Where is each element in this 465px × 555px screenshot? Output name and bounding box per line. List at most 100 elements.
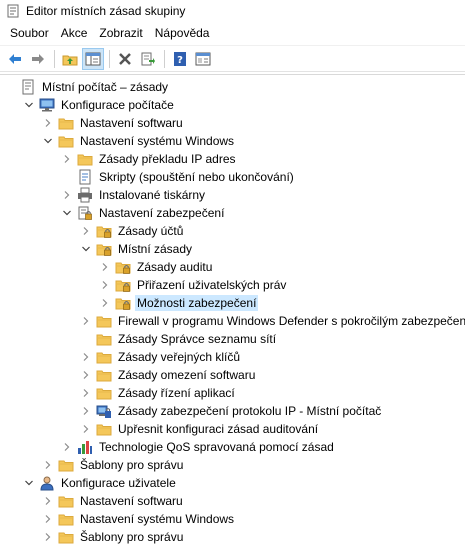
tree-node[interactable]: Nastavení zabezpečení <box>61 204 226 222</box>
tree-node-label: Zásady Správce seznamu sítí <box>118 332 277 346</box>
tree-node[interactable]: Šablony pro správu <box>42 528 185 546</box>
security-settings-icon <box>77 205 93 221</box>
tree-node-label: Možnosti zabezpečení <box>135 295 259 311</box>
folder-icon <box>96 349 112 365</box>
console-tree-icon <box>85 52 101 65</box>
tree-node-label: Zásady auditu <box>137 260 213 274</box>
folder-icon <box>58 493 74 509</box>
delete-button[interactable] <box>114 48 136 70</box>
export-icon <box>141 52 155 65</box>
chevron-right-icon[interactable] <box>99 297 111 309</box>
window-title: Editor místních zásad skupiny <box>26 4 186 18</box>
tree-node[interactable]: Zásady účtů <box>80 222 185 240</box>
up-folder-button[interactable] <box>59 48 81 70</box>
tree-node-label: Nastavení zabezpečení <box>99 206 225 220</box>
script-icon <box>77 169 93 185</box>
tree-node-label: Zásady veřejných klíčů <box>118 350 241 364</box>
tree-node[interactable]: Zásady řízení aplikací <box>80 384 237 402</box>
chevron-right-icon[interactable] <box>42 531 54 543</box>
chevron-right-icon[interactable] <box>61 441 73 453</box>
console-tree[interactable]: Místní počítač – zásady Konfigurace počít… <box>0 74 465 555</box>
folder-icon <box>58 115 74 131</box>
properties-icon <box>195 52 211 65</box>
folder-icon <box>96 313 112 329</box>
tree-node-label: Zásady překladu IP adres <box>99 152 236 166</box>
menu-file[interactable]: Soubor <box>4 24 55 42</box>
menu-help[interactable]: Nápověda <box>149 24 216 42</box>
tree-node[interactable]: Nastavení systému Windows <box>42 510 236 528</box>
locked-folder-icon <box>115 259 131 275</box>
help-button[interactable]: ? <box>169 48 191 70</box>
chevron-down-icon[interactable] <box>61 207 73 219</box>
tree-node[interactable]: Přiřazení uživatelských práv <box>99 276 288 294</box>
chevron-down-icon[interactable] <box>23 477 35 489</box>
back-arrow-icon <box>9 53 21 64</box>
tree-node[interactable]: Nastavení systému Windows <box>42 132 236 150</box>
chevron-right-icon[interactable] <box>42 513 54 525</box>
tree-node[interactable]: Instalované tiskárny <box>61 186 207 204</box>
tree-node[interactable]: Zásady překladu IP adres <box>61 150 238 168</box>
chevron-right-icon[interactable] <box>42 459 54 471</box>
chevron-right-icon[interactable] <box>80 369 92 381</box>
tree-node[interactable]: Místní počítač – zásady <box>4 78 170 96</box>
tree-node[interactable]: Zásady veřejných klíčů <box>80 348 242 366</box>
chevron-right-icon[interactable] <box>61 153 73 165</box>
folder-icon <box>77 151 93 167</box>
tree-node[interactable]: Firewall v programu Windows Defender s p… <box>80 312 465 330</box>
policy-document-icon <box>20 79 36 95</box>
menu-action[interactable]: Akce <box>55 24 94 42</box>
chevron-right-icon[interactable] <box>80 315 92 327</box>
computer-icon <box>39 97 55 113</box>
chevron-right-icon[interactable] <box>42 117 54 129</box>
tree-node-label: Šablony pro správu <box>80 530 184 544</box>
tree-node-label: Místní počítač – zásady <box>42 80 169 94</box>
folder-icon <box>58 457 74 473</box>
svg-text:?: ? <box>177 55 183 66</box>
folder-up-icon <box>62 55 78 65</box>
chevron-right-icon[interactable] <box>61 189 73 201</box>
tree-node[interactable]: Konfigurace uživatele <box>23 474 178 492</box>
qos-chart-icon <box>77 439 93 455</box>
tree-node[interactable]: Zásady auditu <box>99 258 214 276</box>
show-hide-tree-button[interactable] <box>82 47 104 70</box>
tree-node-label: Nastavení softwaru <box>80 494 183 508</box>
tree-node[interactable]: Konfigurace počítače <box>23 96 176 114</box>
chevron-down-icon[interactable] <box>42 135 54 147</box>
locked-folder-icon <box>96 241 112 257</box>
policy-editor-app-icon <box>6 4 20 18</box>
chevron-down-icon[interactable] <box>23 99 35 111</box>
chevron-down-icon[interactable] <box>80 243 92 255</box>
chevron-right-icon[interactable] <box>80 405 92 417</box>
tree-node[interactable]: Zásady Správce seznamu sítí <box>80 330 278 348</box>
tree-node[interactable]: Upřesnit konfiguraci zásad auditování <box>80 420 320 438</box>
chevron-right-icon[interactable] <box>42 495 54 507</box>
chevron-right-icon[interactable] <box>99 261 111 273</box>
toolbar-separator <box>109 49 110 68</box>
delete-x-icon <box>119 52 131 65</box>
forward-button[interactable] <box>27 48 49 70</box>
toolbar-separator <box>164 49 165 68</box>
chevron-right-icon[interactable] <box>80 387 92 399</box>
tree-node[interactable]: Šablony pro správu <box>42 456 185 474</box>
folder-icon <box>58 529 74 545</box>
tree-node[interactable]: Místní zásady <box>80 240 194 258</box>
chevron-right-icon[interactable] <box>99 279 111 291</box>
tree-node[interactable]: Skripty (spouštění nebo ukončování) <box>61 168 296 186</box>
folder-icon <box>96 385 112 401</box>
menu-view[interactable]: Zobrazit <box>93 24 148 42</box>
chevron-right-icon[interactable] <box>80 351 92 363</box>
back-button[interactable] <box>4 48 26 70</box>
export-list-button[interactable] <box>137 48 159 70</box>
tree-node[interactable]: Nastavení softwaru <box>42 114 185 132</box>
tree-node[interactable]: Nastavení softwaru <box>42 492 185 510</box>
properties-button[interactable] <box>192 48 214 70</box>
tree-node[interactable]: Technologie QoS spravovaná pomocí zásad <box>61 438 336 456</box>
toolbar-separator <box>54 49 55 68</box>
chevron-right-icon[interactable] <box>80 423 92 435</box>
tree-node-label: Instalované tiskárny <box>99 188 206 202</box>
chevron-right-icon[interactable] <box>80 225 92 237</box>
tree-node[interactable]: Zásady zabezpečení protokolu IP - Místní… <box>80 402 383 420</box>
tree-node[interactable]: Zásady omezení softwaru <box>80 366 257 384</box>
locked-folder-icon <box>115 277 131 293</box>
tree-node[interactable]: Možnosti zabezpečení <box>99 294 259 312</box>
